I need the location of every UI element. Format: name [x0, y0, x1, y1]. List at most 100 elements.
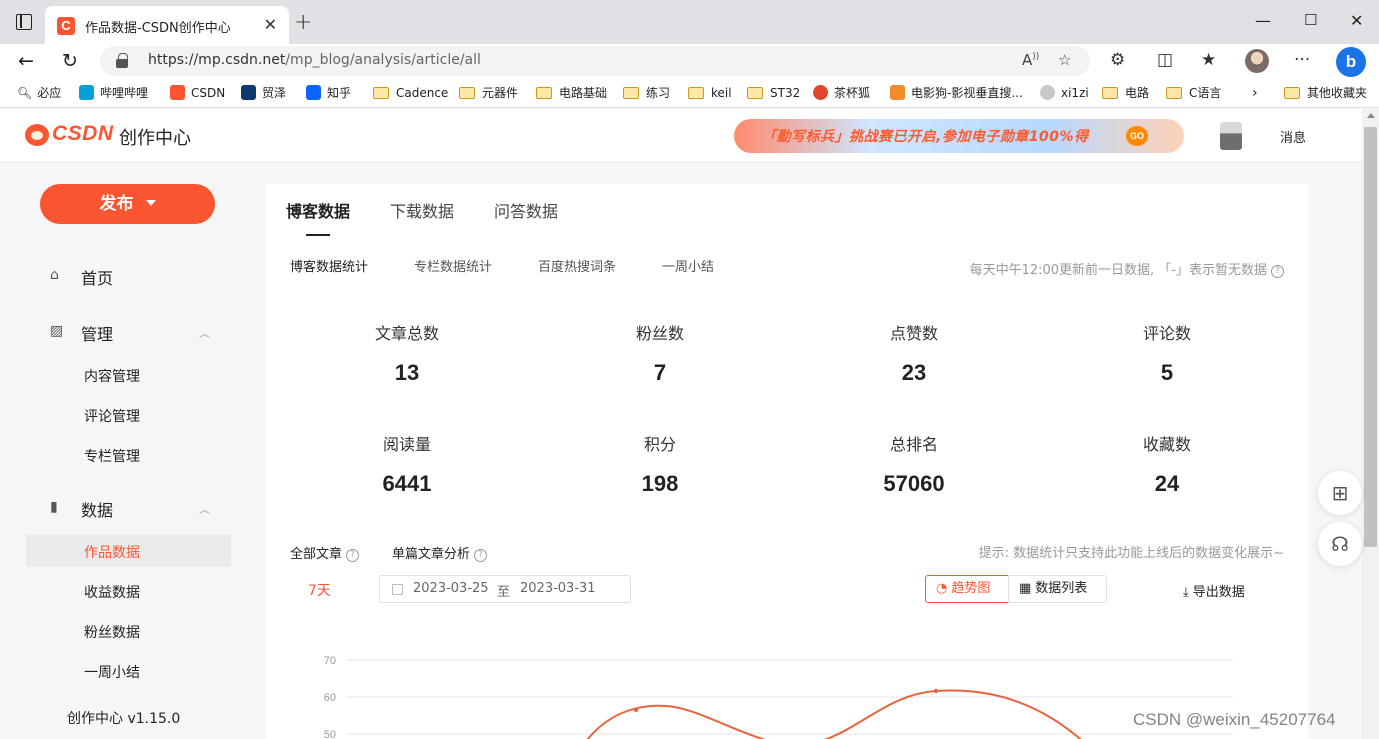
- sidebar-item-data[interactable]: 数据: [81, 497, 113, 521]
- qrcode-icon[interactable]: ⊞: [1318, 471, 1362, 515]
- more-menu-icon[interactable]: ···: [1294, 50, 1310, 70]
- user-avatar[interactable]: [1220, 122, 1242, 150]
- filter-all-articles[interactable]: 全部文章?: [290, 543, 360, 562]
- csdn-icon: [170, 85, 185, 100]
- chart-data-point[interactable]: [933, 688, 939, 694]
- export-data-button[interactable]: ⤓ 导出数据: [1183, 581, 1245, 600]
- folder-icon: [373, 87, 389, 99]
- trend-chart-button[interactable]: ◔ 趋势图: [925, 575, 1009, 603]
- bookmark-biying[interactable]: 🔍︎ 必应: [17, 84, 61, 102]
- bookmark-c-language[interactable]: C语言: [1166, 84, 1221, 102]
- tab-qa-data[interactable]: 问答数据: [494, 198, 558, 222]
- other-bookmarks[interactable]: 其他收藏夹: [1284, 84, 1367, 102]
- favorites-icon[interactable]: ★: [1201, 50, 1216, 70]
- bookmarks-bar: 🔍︎ 必应 哔哩哔哩 CSDN 贸泽 知乎 Cadence 元器件 电路基础 练习…: [0, 78, 1379, 108]
- help-icon[interactable]: ?: [474, 549, 488, 562]
- bookmark-cadence[interactable]: Cadence: [373, 84, 448, 102]
- bookmark-circuit-basics[interactable]: 电路基础: [536, 84, 607, 102]
- profile-avatar[interactable]: [1245, 49, 1269, 73]
- data-list-button[interactable]: ▦ 数据列表: [1008, 575, 1107, 603]
- sidebar-item-income-data[interactable]: 收益数据: [84, 582, 140, 602]
- pie-chart-icon: ◔: [936, 581, 948, 596]
- minimize-icon[interactable]: —: [1255, 11, 1271, 30]
- days-filter-7[interactable]: 7天: [308, 580, 331, 600]
- sidebar-item-home[interactable]: 首页: [81, 265, 113, 289]
- bookmark-components[interactable]: 元器件: [459, 84, 518, 102]
- main-panel: 博客数据 下载数据 问答数据 博客数据统计 专栏数据统计 百度热搜词条 一周小结…: [266, 184, 1308, 739]
- bar-chart-icon: ▮: [50, 499, 58, 515]
- close-tab-icon[interactable]: ✕: [264, 15, 277, 34]
- extensions-icon[interactable]: ⚙: [1110, 50, 1125, 70]
- maximize-icon[interactable]: ☐: [1304, 11, 1317, 29]
- home-icon: ⌂: [50, 267, 59, 283]
- bookmark-st32[interactable]: ST32: [747, 84, 800, 102]
- address-bar[interactable]: https://mp.csdn.net/mp_blog/analysis/art…: [100, 46, 1090, 76]
- browser-toolbar: ← ↻ https://mp.csdn.net/mp_blog/analysis…: [0, 44, 1379, 78]
- chart-data-point[interactable]: [633, 707, 639, 713]
- tab-download-data[interactable]: 下载数据: [390, 198, 454, 222]
- stat-comments: 评论数 5: [1142, 324, 1191, 385]
- page-title: 创作中心: [119, 128, 191, 149]
- sidebar-item-works-data[interactable]: 作品数据: [84, 542, 140, 562]
- calendar-icon: [392, 584, 403, 595]
- close-window-icon[interactable]: ✕: [1350, 11, 1363, 30]
- bookmark-practice[interactable]: 练习: [623, 84, 670, 102]
- back-icon[interactable]: ←: [18, 50, 34, 72]
- lock-icon[interactable]: [116, 53, 128, 68]
- bookmark-zhihu[interactable]: 知乎: [306, 84, 351, 102]
- folder-icon: [1102, 87, 1118, 99]
- stat-points: 积分 198: [641, 435, 679, 496]
- hint-text: 提示: 数据统计只支持此功能上线后的数据变化展示~: [978, 546, 1284, 561]
- dianyinggou-icon: [890, 85, 905, 100]
- sidebar-item-fans-data[interactable]: 粉丝数据: [84, 622, 140, 642]
- publish-button[interactable]: 发布: [40, 184, 215, 224]
- sidebar-item-content-manage[interactable]: 内容管理: [84, 366, 140, 386]
- messages-link[interactable]: 消息: [1280, 127, 1306, 146]
- reload-icon[interactable]: ↻: [62, 50, 78, 72]
- subtab-blog-stats[interactable]: 博客数据统计: [290, 256, 368, 275]
- bing-icon[interactable]: b: [1336, 47, 1366, 77]
- tab-actions-icon[interactable]: [16, 14, 32, 30]
- help-icon[interactable]: ?: [346, 549, 360, 562]
- bookmark-keil[interactable]: keil: [688, 84, 732, 102]
- date-start: 2023-03-25: [413, 581, 489, 596]
- challenge-banner[interactable]: 「勤写标兵」挑战赛已开启,参加电子勋章100%得 GO: [734, 119, 1184, 153]
- chevron-up-icon[interactable]: ︿: [199, 325, 210, 341]
- date-separator: 至: [497, 585, 511, 600]
- bookmark-chabeihu[interactable]: 茶杯狐: [813, 84, 870, 102]
- subtab-weekly[interactable]: 一周小结: [662, 256, 714, 275]
- stat-likes: 点赞数 23: [889, 324, 938, 385]
- bookmark-circuit[interactable]: 电路: [1102, 84, 1149, 102]
- chart-ytick-label: 60: [324, 692, 336, 704]
- date-range-picker[interactable]: 2023-03-25 至 2023-03-31: [379, 575, 631, 603]
- csdn-logo-icon[interactable]: [25, 124, 49, 146]
- browser-tabbar: C 作品数据-CSDN创作中心 ✕ + — ☐ ✕: [0, 0, 1379, 44]
- bookmark-dianyinggou[interactable]: 电影狗-影视垂直搜...: [890, 84, 1023, 102]
- bookmarks-overflow-icon[interactable]: ›: [1252, 84, 1258, 102]
- sidebar-item-comment-manage[interactable]: 评论管理: [84, 406, 140, 426]
- bookmark-xi1zi[interactable]: xi1zi: [1040, 84, 1089, 102]
- read-aloud-icon[interactable]: A)): [1022, 51, 1039, 69]
- add-favorite-icon[interactable]: ☆: [1058, 51, 1071, 69]
- split-screen-icon[interactable]: ◫: [1157, 50, 1173, 70]
- browser-tab[interactable]: C 作品数据-CSDN创作中心 ✕: [45, 6, 289, 44]
- scroll-up-icon[interactable]: [1367, 113, 1375, 118]
- scroll-thumb[interactable]: [1364, 127, 1377, 547]
- subtab-baidu-hot[interactable]: 百度热搜词条: [538, 256, 616, 275]
- tab-blog-data[interactable]: 博客数据: [286, 198, 350, 222]
- sidebar-item-column-manage[interactable]: 专栏管理: [84, 446, 140, 466]
- filter-single-analysis[interactable]: 单篇文章分析?: [392, 543, 488, 562]
- folder-icon: [623, 87, 639, 99]
- help-icon[interactable]: ?: [1271, 265, 1284, 278]
- new-tab-icon[interactable]: +: [294, 10, 312, 35]
- bookmark-mouser[interactable]: 贸泽: [241, 84, 286, 102]
- page-scrollbar[interactable]: [1362, 109, 1379, 739]
- subtab-column-stats[interactable]: 专栏数据统计: [414, 256, 492, 275]
- sidebar-item-weekly-summary[interactable]: 一周小结: [84, 662, 140, 682]
- bookmark-csdn[interactable]: CSDN: [170, 84, 225, 102]
- csdn-logo-text[interactable]: CSDN: [52, 122, 114, 146]
- sidebar-item-manage[interactable]: 管理: [81, 321, 113, 345]
- chevron-up-icon[interactable]: ︿: [199, 501, 210, 517]
- bookmark-bilibili[interactable]: 哔哩哔哩: [79, 84, 148, 102]
- customer-service-icon[interactable]: ☊: [1318, 522, 1362, 566]
